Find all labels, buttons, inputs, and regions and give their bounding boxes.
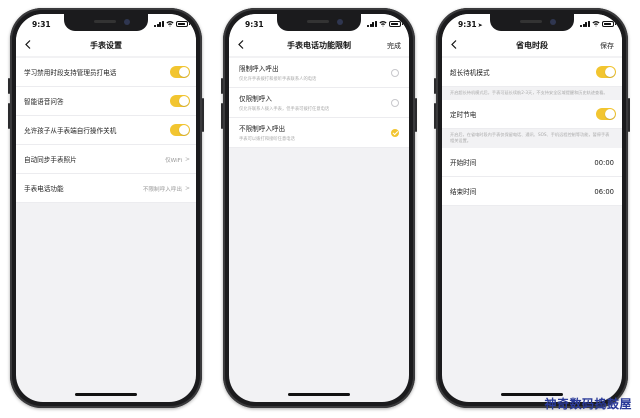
power-saving-list: 超长待机模式 开启超长待机模式后，手表可延长续航2-3天，不支持安全区域提醒和历… — [442, 58, 622, 402]
setting-label: 自动同步手表照片 — [24, 156, 77, 164]
home-indicator[interactable] — [75, 393, 137, 396]
notch — [490, 14, 574, 31]
phone-function-value: 不限制呼入呼出 — [142, 187, 182, 193]
setting-label: 开始时间 — [450, 159, 477, 167]
nav-bar: 手表电话功能限制 完成 — [229, 34, 409, 56]
ultra-standby-note: 开启超长待机模式后，手表可延长续航2-3天，不支持安全区域提醒和历史轨迹查看。 — [442, 87, 622, 100]
notch — [277, 14, 361, 31]
battery-icon — [602, 21, 616, 27]
ultra-standby-toggle[interactable] — [596, 66, 616, 78]
setting-label: 结束时间 — [450, 188, 477, 196]
phone-frame-1: 9:31 手表设置 学习禁用时段支持管理员打电话 智能语音问答 允许孩子从手表端… — [8, 8, 204, 408]
settings-list: 学习禁用时段支持管理员打电话 智能语音问答 允许孩子从手表端自行操作关机 自动同… — [16, 58, 196, 402]
setting-label: 超长待机模式 — [450, 69, 490, 77]
setting-start-time[interactable]: 开始时间 00:00 — [442, 148, 622, 177]
setting-photo-sync[interactable]: 自动同步手表照片 仅WiFi > — [16, 145, 196, 174]
done-button[interactable]: 完成 — [387, 41, 401, 51]
status-time: 9:31 — [32, 20, 51, 29]
location-arrow-icon: ➤ — [477, 22, 483, 29]
chevron-right-icon: > — [184, 185, 190, 192]
nav-bar: 省电时段 保存 — [442, 34, 622, 56]
cellular-signal-icon — [154, 21, 165, 27]
option-label: 不限制呼入呼出 — [239, 125, 286, 133]
page-title: 手表设置 — [90, 41, 122, 50]
cellular-signal-icon — [367, 21, 378, 27]
watermark-text: 神奇数码捣鼓屋 — [544, 397, 632, 411]
chevron-right-icon: > — [184, 156, 190, 163]
battery-icon — [389, 21, 403, 27]
option-label: 限制呼入呼出 — [239, 65, 279, 73]
restriction-options: 限制呼入呼出 仅允许手表拨打和接听手表联系人的电话 仅限制呼入 仅允许联系人拨入… — [229, 58, 409, 402]
voice-qa-toggle[interactable] — [170, 95, 190, 107]
end-time-value: 06:00 — [594, 187, 614, 196]
home-indicator[interactable] — [288, 393, 350, 396]
cellular-signal-icon — [580, 21, 591, 27]
setting-ultra-standby: 超长待机模式 — [442, 58, 622, 87]
option-description: 仅允许联系人拨入手表，但手表可拨打任意电话 — [239, 107, 330, 112]
setting-label: 学习禁用时段支持管理员打电话 — [24, 69, 117, 77]
wifi-icon — [166, 21, 174, 27]
page-title: 手表电话功能限制 — [287, 41, 351, 50]
radio-no-restriction-checked[interactable] — [391, 129, 399, 137]
setting-admin-call: 学习禁用时段支持管理员打电话 — [16, 58, 196, 87]
radio-restrict-both[interactable] — [391, 69, 399, 77]
nav-bar: 手表设置 — [16, 34, 196, 56]
photo-sync-value: 仅WiFi — [165, 158, 182, 164]
phone-frame-2: 9:31 手表电话功能限制 完成 限制呼入呼出 仅允许手表拨打和接听手表联系人的… — [221, 8, 417, 408]
scheduled-saving-toggle[interactable] — [596, 108, 616, 120]
radio-restrict-incoming[interactable] — [391, 99, 399, 107]
wifi-icon — [379, 21, 387, 27]
battery-icon — [176, 21, 190, 27]
setting-label: 允许孩子从手表端自行操作关机 — [24, 127, 117, 135]
child-shutdown-toggle[interactable] — [170, 124, 190, 136]
screen-power-saving: 9:31➤ 省电时段 保存 超长待机模式 开启超长待机模式后，手表可延长续航2-… — [442, 14, 622, 402]
screen-phone-restriction: 9:31 手表电话功能限制 完成 限制呼入呼出 仅允许手表拨打和接听手表联系人的… — [229, 14, 409, 402]
option-restrict-incoming[interactable]: 仅限制呼入 仅允许联系人拨入手表，但手表可拨打任意电话 — [229, 88, 409, 118]
wifi-icon — [592, 21, 600, 27]
option-description: 手表可以拨打和接听任意电话 — [239, 137, 295, 142]
notch — [64, 14, 148, 31]
setting-end-time[interactable]: 结束时间 06:00 — [442, 177, 622, 206]
status-time: 9:31➤ — [458, 20, 483, 29]
setting-scheduled-saving: 定时节电 — [442, 100, 622, 129]
setting-voice-qa: 智能语音问答 — [16, 87, 196, 116]
setting-child-shutdown: 允许孩子从手表端自行操作关机 — [16, 116, 196, 145]
setting-phone-function[interactable]: 手表电话功能 不限制呼入呼出 > — [16, 174, 196, 203]
option-no-restriction[interactable]: 不限制呼入呼出 手表可以拨打和接听任意电话 — [229, 118, 409, 148]
scheduled-saving-note: 开启后，在省电时段内手表仅保留电话、通讯、SOS、手机远程控制等功能，暂停手表相… — [442, 129, 622, 148]
option-label: 仅限制呼入 — [239, 95, 272, 103]
option-restrict-both[interactable]: 限制呼入呼出 仅允许手表拨打和接听手表联系人的电话 — [229, 58, 409, 88]
start-time-value: 00:00 — [594, 158, 614, 167]
setting-label: 手表电话功能 — [24, 185, 64, 193]
admin-call-toggle[interactable] — [170, 66, 190, 78]
page-title: 省电时段 — [516, 41, 548, 50]
phone-frame-3: 9:31➤ 省电时段 保存 超长待机模式 开启超长待机模式后，手表可延长续航2-… — [434, 8, 630, 408]
setting-label: 智能语音问答 — [24, 98, 64, 106]
status-time: 9:31 — [245, 20, 264, 29]
setting-label: 定时节电 — [450, 111, 477, 119]
save-button[interactable]: 保存 — [600, 41, 614, 51]
screen-watch-settings: 9:31 手表设置 学习禁用时段支持管理员打电话 智能语音问答 允许孩子从手表端… — [16, 14, 196, 402]
option-description: 仅允许手表拨打和接听手表联系人的电话 — [239, 77, 317, 82]
